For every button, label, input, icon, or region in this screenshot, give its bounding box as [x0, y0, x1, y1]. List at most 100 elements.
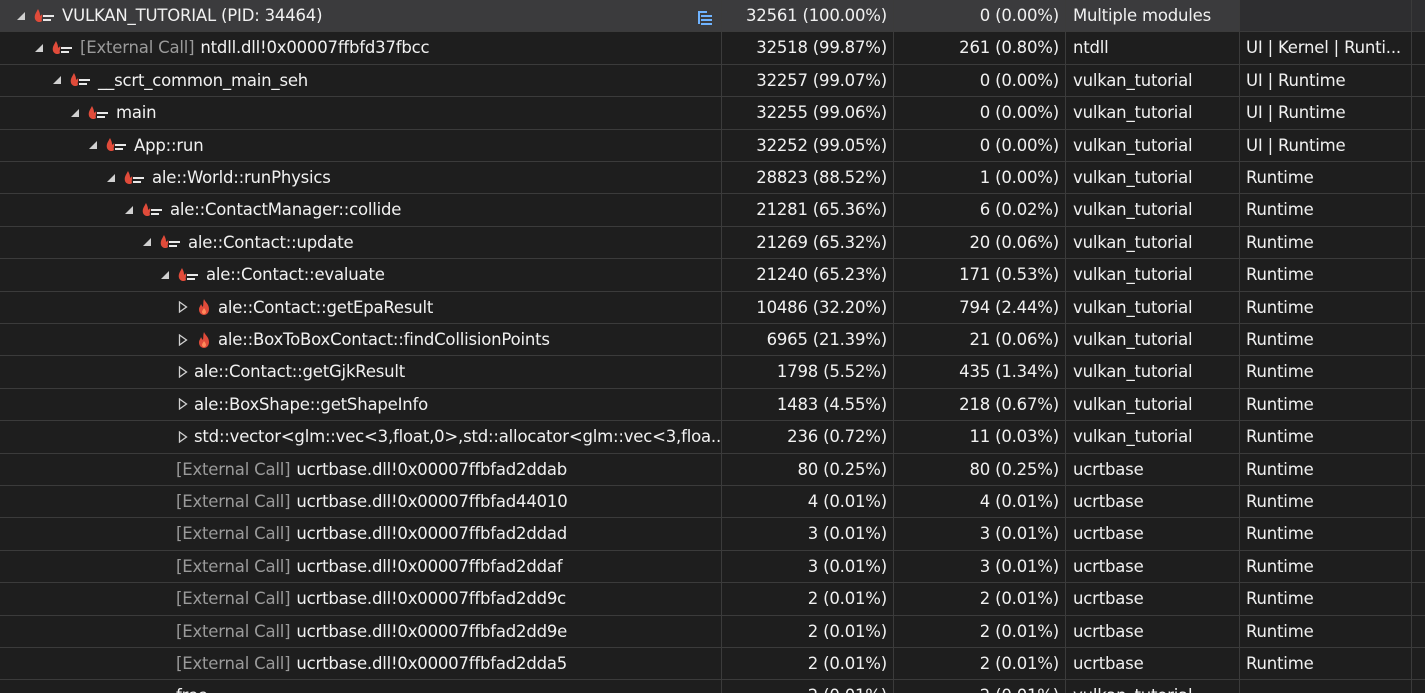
- category-cell: Runtime: [1240, 162, 1412, 194]
- function-name-cell[interactable]: ale::Contact::getEpaResult: [0, 291, 722, 323]
- module-cell: vulkan_tutorial: [1066, 421, 1240, 453]
- function-name-cell[interactable]: VULKAN_TUTORIAL (PID: 34464): [0, 0, 722, 32]
- collapsed-arrow-icon[interactable]: [176, 333, 190, 347]
- function-name-cell[interactable]: [External Call] ucrtbase.dll!0x00007ffbfa…: [0, 648, 722, 680]
- self-cpu-cell: 80 (0.25%): [894, 453, 1066, 485]
- table-row[interactable]: [External Call] ntdll.dll!0x00007ffbfd37f…: [0, 32, 1425, 65]
- table-row[interactable]: App::run 32252 (99.05%) 0 (0.00%) vulkan_tu…: [0, 129, 1425, 162]
- self-cpu-cell: 218 (0.67%): [894, 388, 1066, 421]
- function-name-cell[interactable]: [External Call] ntdll.dll!0x00007ffbfd37f…: [0, 32, 722, 64]
- category-cell: Runtime: [1240, 518, 1412, 550]
- function-name-cell[interactable]: std::vector<glm::vec<3,float,0>,std::all…: [0, 421, 722, 453]
- table-row[interactable]: ale::Contact::getEpaResult 10486 (32.20%)…: [0, 291, 1425, 324]
- function-name-cell[interactable]: ale::World::runPhysics: [0, 162, 722, 194]
- category-cell: [1240, 0, 1412, 32]
- collapsed-arrow-icon[interactable]: [176, 430, 190, 444]
- function-name-cell[interactable]: App::run: [0, 129, 722, 161]
- table-row[interactable]: ale::ContactManager::collide 21281 (65.36…: [0, 194, 1425, 227]
- self-cpu-cell: 3 (0.01%): [894, 550, 1066, 583]
- module-cell: ucrtbase: [1066, 453, 1240, 485]
- function-name-cell[interactable]: ale::BoxShape::getShapeInfo: [0, 388, 722, 421]
- function-name-cell[interactable]: ale::Contact::evaluate: [0, 259, 722, 291]
- self-cpu-cell: 1 (0.00%): [894, 162, 1066, 194]
- table-row[interactable]: ale::Contact::evaluate 21240 (65.23%) 171 …: [0, 259, 1425, 292]
- table-row[interactable]: [External Call] ucrtbase.dll!0x00007ffbfa…: [0, 615, 1425, 648]
- expanded-arrow-icon[interactable]: [104, 171, 118, 185]
- function-name-cell[interactable]: [External Call] ucrtbase.dll!0x00007ffbfa…: [0, 518, 722, 550]
- table-row[interactable]: VULKAN_TUTORIAL (PID: 34464) 32561 (100.0…: [0, 0, 1425, 33]
- module-cell: vulkan_tutorial: [1066, 680, 1240, 693]
- self-cpu-cell: 11 (0.03%): [894, 421, 1066, 453]
- external-call-prefix: [External Call]: [176, 524, 291, 544]
- category-cell: Runtime: [1240, 486, 1412, 518]
- module-cell: ucrtbase: [1066, 486, 1240, 518]
- flame-icon: [196, 331, 212, 349]
- function-name-cell[interactable]: __scrt_common_main_seh: [0, 64, 722, 97]
- function-name-cell[interactable]: [External Call] ucrtbase.dll!0x00007ffbfa…: [0, 486, 722, 518]
- self-cpu-cell: 2 (0.01%): [894, 615, 1066, 647]
- table-row[interactable]: ale::Contact::update 21269 (65.32%) 20 (0.…: [0, 226, 1425, 260]
- sort-icon[interactable]: [696, 6, 714, 25]
- row-filler: [1412, 259, 1425, 290]
- total-cpu-cell: 2 (0.01%): [722, 648, 894, 680]
- function-name-cell[interactable]: [External Call] ucrtbase.dll!0x00007ffbfa…: [0, 453, 722, 485]
- collapsed-arrow-icon[interactable]: [176, 397, 190, 411]
- expanded-arrow-icon[interactable]: [140, 235, 154, 249]
- table-row[interactable]: __scrt_common_main_seh 32257 (99.07%) 0 (0…: [0, 64, 1425, 98]
- expanded-arrow-icon[interactable]: [122, 203, 136, 217]
- row-filler: [1412, 648, 1425, 679]
- collapsed-arrow-icon[interactable]: [176, 365, 190, 379]
- table-row[interactable]: [External Call] ucrtbase.dll!0x00007ffbfa…: [0, 486, 1425, 519]
- category-cell: [1240, 680, 1412, 693]
- table-row[interactable]: free2 (0.01%)2 (0.01%)vulkan_tutorial: [0, 680, 1425, 693]
- hot-path-icon: [140, 201, 164, 219]
- function-name-cell[interactable]: ale::BoxToBoxContact::findCollisionPoint…: [0, 324, 722, 356]
- table-row[interactable]: ale::BoxShape::getShapeInfo 1483 (4.55%) 2…: [0, 388, 1425, 422]
- function-name-cell[interactable]: ale::Contact::update: [0, 226, 722, 259]
- total-cpu-cell: 28823 (88.52%): [722, 162, 894, 194]
- function-name-cell[interactable]: ale::ContactManager::collide: [0, 194, 722, 226]
- total-cpu-cell: 1483 (4.55%): [722, 388, 894, 421]
- expanded-arrow-icon[interactable]: [68, 106, 82, 120]
- function-name-cell[interactable]: free: [0, 680, 722, 693]
- external-call-prefix: [External Call]: [176, 589, 291, 609]
- table-row[interactable]: [External Call] ucrtbase.dll!0x00007ffbfa…: [0, 453, 1425, 486]
- table-row[interactable]: [External Call] ucrtbase.dll!0x00007ffbfa…: [0, 648, 1425, 681]
- collapsed-arrow-icon[interactable]: [176, 300, 190, 314]
- function-name: ucrtbase.dll!0x00007ffbfad2ddaf: [296, 556, 563, 576]
- table-row[interactable]: [External Call] ucrtbase.dll!0x00007ffbfa…: [0, 583, 1425, 616]
- function-name-cell[interactable]: [External Call] ucrtbase.dll!0x00007ffbfa…: [0, 583, 722, 615]
- expanded-arrow-icon[interactable]: [86, 138, 100, 152]
- function-name: ale::World::runPhysics: [152, 168, 331, 187]
- table-row[interactable]: [External Call] ucrtbase.dll!0x00007ffbfa…: [0, 550, 1425, 584]
- row-filler: [1412, 583, 1425, 614]
- category-cell: UI | Runtime: [1240, 97, 1412, 129]
- hot-path-icon: [32, 7, 56, 25]
- function-name: ucrtbase.dll!0x00007ffbfad44010: [296, 492, 568, 511]
- function-name-cell[interactable]: [External Call] ucrtbase.dll!0x00007ffbfa…: [0, 550, 722, 583]
- function-name-cell[interactable]: ale::Contact::getGjkResult: [0, 356, 722, 388]
- table-row[interactable]: ale::BoxToBoxContact::findCollisionPoint…: [0, 324, 1425, 357]
- module-cell: ucrtbase: [1066, 615, 1240, 647]
- function-name: ale::Contact::evaluate: [206, 265, 385, 285]
- total-cpu-cell: 10486 (32.20%): [722, 291, 894, 323]
- expanded-arrow-icon[interactable]: [14, 9, 28, 23]
- table-row[interactable]: ale::World::runPhysics 28823 (88.52%) 1 (0…: [0, 162, 1425, 195]
- expanded-arrow-icon[interactable]: [50, 73, 64, 87]
- function-name: ntdll.dll!0x00007ffbfd37fbcc: [200, 38, 430, 58]
- total-cpu-cell: 1798 (5.52%): [722, 356, 894, 388]
- function-name-cell[interactable]: main: [0, 97, 722, 129]
- function-name: ale::BoxShape::getShapeInfo: [194, 394, 429, 414]
- function-name-cell[interactable]: [External Call] ucrtbase.dll!0x00007ffbfa…: [0, 615, 722, 647]
- expanded-arrow-icon[interactable]: [32, 41, 46, 55]
- table-row[interactable]: [External Call] ucrtbase.dll!0x00007ffbfa…: [0, 518, 1425, 551]
- category-cell: Runtime: [1240, 324, 1412, 356]
- category-cell: Runtime: [1240, 356, 1412, 388]
- table-row[interactable]: std::vector<glm::vec<3,float,0>,std::all…: [0, 421, 1425, 454]
- external-call-prefix: [External Call]: [176, 621, 291, 641]
- table-row[interactable]: main 32255 (99.06%) 0 (0.00%) vulkan_tutori…: [0, 97, 1425, 130]
- total-cpu-cell: 236 (0.72%): [722, 421, 894, 453]
- expanded-arrow-icon[interactable]: [158, 268, 172, 282]
- table-row[interactable]: ale::Contact::getGjkResult 1798 (5.52%) 43…: [0, 356, 1425, 389]
- row-filler: [1412, 680, 1425, 693]
